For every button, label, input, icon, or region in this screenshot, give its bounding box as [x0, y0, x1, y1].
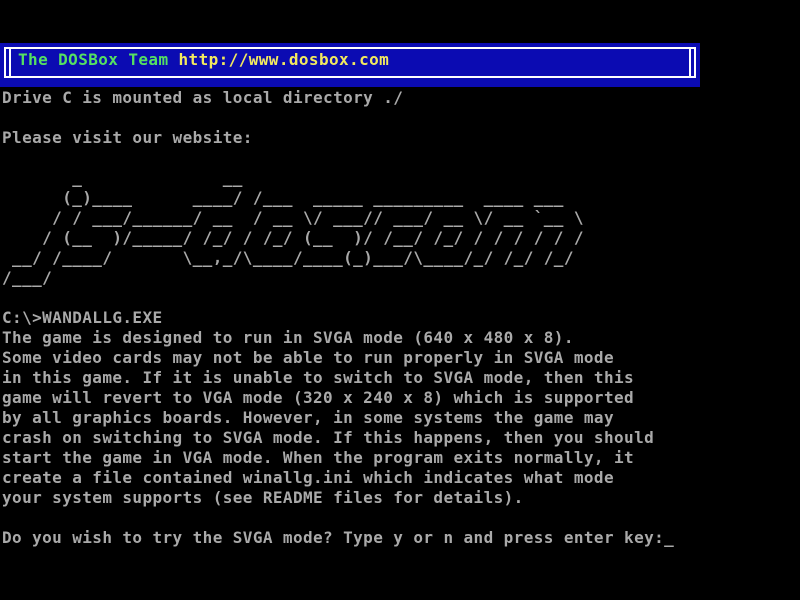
game-info-line: crash on switching to SVGA mode. If this…: [2, 428, 798, 448]
website-line: Please visit our website:: [2, 128, 798, 148]
game-info-line: your system supports (see README files f…: [2, 488, 798, 508]
game-info-line: create a file contained winallg.ini whic…: [2, 468, 798, 488]
js-dos-ascii-logo: / (__ )/_____/ /_/ / /_/ (__ )/ /__/ /_/…: [2, 228, 798, 248]
js-dos-ascii-logo: /___/: [2, 268, 798, 288]
js-dos-ascii-logo: _ __: [2, 168, 798, 188]
game-info-line: start the game in VGA mode. When the pro…: [2, 448, 798, 468]
game-info-line: by all graphics boards. However, in some…: [2, 408, 798, 428]
game-info-line: The game is designed to run in SVGA mode…: [2, 328, 798, 348]
text-cursor[interactable]: _: [664, 528, 674, 547]
game-info-line: in this game. If it is unable to switch …: [2, 368, 798, 388]
terminal-output[interactable]: Drive C is mounted as local directory ./…: [2, 88, 798, 548]
drive-mount-line: Drive C is mounted as local directory ./: [2, 88, 798, 108]
dosbox-banner: The DOSBox Team http://www.dosbox.com: [0, 43, 700, 87]
prompt-line[interactable]: Do you wish to try the SVGA mode? Type y…: [2, 528, 798, 548]
banner-text: The DOSBox Team http://www.dosbox.com: [18, 50, 389, 70]
prompt-text: Do you wish to try the SVGA mode? Type y…: [2, 528, 664, 547]
js-dos-ascii-logo: (_)____ ____/ /___ _____ _________ ____ …: [2, 188, 798, 208]
game-info-line: Some video cards may not be able to run …: [2, 348, 798, 368]
dosbox-team-label: The DOSBox Team: [18, 50, 169, 69]
js-dos-ascii-logo: __/ /____/ \__,_/\____/____(_)___/\____/…: [2, 248, 798, 268]
js-dos-ascii-logo: / / ___/______/ __ / __ \/ ___// ___/ __…: [2, 208, 798, 228]
blank-line: [2, 148, 798, 168]
blank-line: [2, 508, 798, 528]
game-info-line: game will revert to VGA mode (320 x 240 …: [2, 388, 798, 408]
blank-line: [2, 108, 798, 128]
blank-line: [2, 288, 798, 308]
dosbox-url: http://www.dosbox.com: [179, 50, 390, 69]
command-line: C:\>WANDALLG.EXE: [2, 308, 798, 328]
dos-screen: The DOSBox Team http://www.dosbox.com Dri…: [0, 0, 800, 600]
